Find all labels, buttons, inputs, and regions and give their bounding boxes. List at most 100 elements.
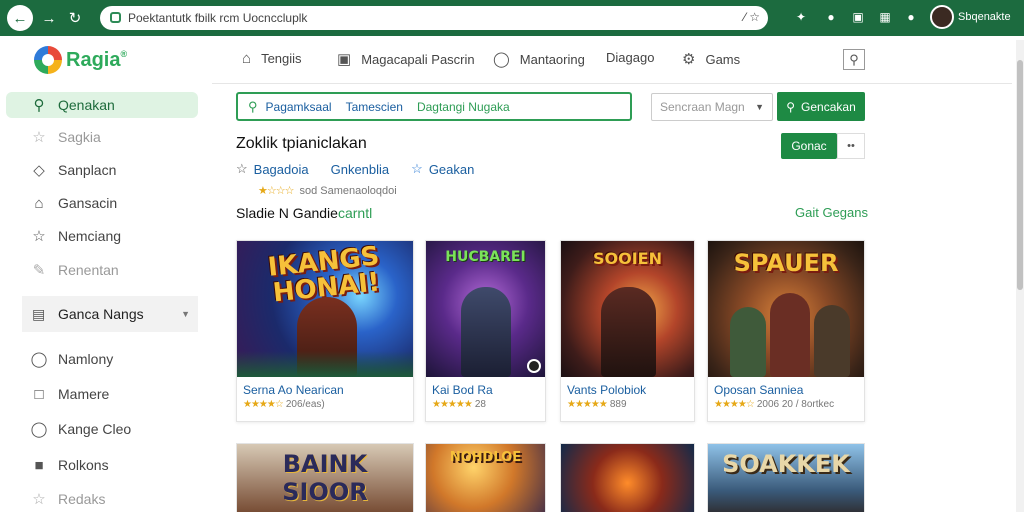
filter-geakan[interactable]: ☆ Geakan [411,161,474,177]
sidebar-item-redaks[interactable]: ☆ Redaks [30,488,105,510]
star-blue-icon: ☆ [411,161,423,176]
browser-toolbar: ← → ↻ Poektantutk fbilk rcm Uocnccluplk … [0,0,1024,36]
sidebar-item-kange-cleo[interactable]: ◯ Kange Cleo [30,418,132,440]
filter-gnkenblia[interactable]: Gnkenblia [331,162,390,177]
app-icon[interactable]: ▣ [850,9,866,25]
header-divider [212,83,1012,84]
shield-icon: ◯ [30,351,48,368]
game-cover-image: SPAUER [708,241,864,377]
sidebar-item-nemciang[interactable]: ☆ Nemciang [30,225,121,247]
list-icon: ▤ [32,305,46,322]
game-card[interactable]: SOAKKEK [707,443,865,512]
home-icon: ⌂ [242,50,252,67]
hero-figure [461,287,511,377]
game-cover-image: HUCBAREI [426,241,545,377]
star-icon: ☆ [236,161,248,176]
search-icon: ⚲ [248,98,258,114]
page-scrollbar[interactable] [1016,40,1024,512]
game-title: Kai Bod Ra [432,383,493,397]
sidebar-item-sagkia[interactable]: ☆ Sagkia [30,126,101,148]
game-meta: ★★★★★ 889 [567,399,627,410]
game-card[interactable] [560,443,695,512]
game-meta: ★★★★☆ 2006 20 / 8ortkec [714,399,835,410]
filter-bagadoia[interactable]: ☆ Bagadoia [236,161,309,177]
sidebar-group-toggle[interactable]: ▤ Ganca Nangs ▼ [22,296,198,332]
view-all-link[interactable]: Gait Gegans [795,205,868,220]
logo-icon [34,46,62,74]
rating-stars: ★★★★☆ [243,399,284,410]
rating-stars: ★★★★★ [567,399,608,410]
sidebar-item-renentan[interactable]: ✎ Renentan [30,259,119,281]
sidebar-item-gansacin[interactable]: ⌂ Gansacin [30,192,117,214]
sidebar-item-mamere[interactable]: □ Mamere [30,383,109,405]
bookmark-icon: ▣ [337,51,352,68]
message-icon: ◯ [30,421,48,438]
more-options-button[interactable]: •• [837,133,865,159]
chevron-down-icon: ▼ [755,102,764,112]
platform-badge [527,359,541,373]
search-icon[interactable]: ⚲ [843,49,865,70]
back-arrow-icon[interactable]: ← [7,5,33,31]
game-card[interactable]: IKANGS HONAI! Serna Ao Nearican ★★★★☆ 20… [236,240,414,422]
profile-name[interactable]: Sbqenakte [958,11,1011,23]
game-card[interactable]: NOHDLOE [425,443,546,512]
section-title: Zoklik tpianiclakan [236,135,367,152]
game-card[interactable]: SOOIEN Vants Polobiok ★★★★★ 889 [560,240,695,422]
game-meta: ★★★★★ 28 [432,399,486,410]
url-text: Poektantutk fbilk rcm Uocnccluplk [128,11,308,25]
search-input[interactable]: ⚲ Pagamksaal Tamescien Dagtangi Nugaka [236,92,632,121]
rating-stars: ★☆☆☆ [258,185,294,197]
reload-icon[interactable]: ↻ [62,5,88,31]
hero-figure [814,305,850,377]
extension-icon[interactable]: ✦ [793,9,809,25]
rating-stars: ★★★★★ [432,399,473,410]
star-icon: ☆ [32,491,46,508]
bag-icon: ■ [34,456,44,474]
chat-icon: □ [34,385,44,403]
chat-icon: ◯ [493,51,510,68]
sidebar-item-sanplacn[interactable]: ◇ Sanplacn [30,159,116,181]
game-card[interactable]: HUCBAREI Kai Bod Ra ★★★★★ 28 [425,240,546,422]
game-title: Vants Polobiok [567,383,647,397]
search-button[interactable]: ⚲ Gencakan [777,92,865,121]
forward-arrow-icon[interactable]: → [36,5,62,31]
hero-figure [770,293,810,377]
topnav-item-magacapali[interactable]: ▣ Magacapali Pascrin [337,50,475,68]
topnav-item-diagago[interactable]: Diagago [606,50,654,65]
chat-icon[interactable]: ● [823,9,839,25]
gear-icon: ⚙ [682,51,696,68]
topnav-item-gams[interactable]: ⚙ Gams [682,50,740,68]
rating-summary: ★☆☆☆ sod Samenaoloqdoi [258,184,397,198]
logo-text: Ragia® [66,48,128,71]
game-card[interactable]: BAINK SIOOR [236,443,414,512]
grid-icon[interactable]: ▦ [877,9,893,25]
star-outline-icon: ☆ [32,228,46,245]
topnav-item-tengiis[interactable]: ⌂ Tengiis [242,50,302,67]
diamond-icon: ◇ [33,162,45,179]
address-bar[interactable]: Poektantutk fbilk rcm Uocnccluplk ⁄ ☆ [100,6,768,30]
site-logo[interactable]: Ragia® [34,46,127,74]
rating-stars: ★★★★☆ [714,399,755,410]
sidebar-item-rolkons[interactable]: ■ Rolkons [30,454,108,476]
search-icon: ⚲ [33,97,45,114]
list-header: Sladie N Gandiecarntl [236,205,373,221]
sidebar-item-qenakan[interactable]: ⚲ Qenakan [6,92,198,118]
chevron-down-icon: ▼ [181,309,190,319]
hero-figure [730,307,766,377]
game-title: Serna Ao Nearican [243,383,344,397]
game-card[interactable]: SPAUER Oposan Sanniea ★★★★☆ 2006 20 / 8o… [707,240,865,422]
sort-dropdown[interactable]: Sencraan Magn ▼ [651,93,773,121]
topnav-item-mantaoring[interactable]: ◯ Mantaoring [493,50,585,68]
lock-icon [110,12,121,23]
avatar[interactable] [930,5,954,29]
primary-action-button[interactable]: Gonac [781,133,837,159]
scrollbar-thumb[interactable] [1017,60,1023,290]
game-meta: ★★★★☆ 206/eas) [243,399,325,410]
sidebar-item-namlony[interactable]: ◯ Namlony [30,348,114,370]
home-icon: ⌂ [34,194,44,212]
game-cover-image: IKANGS HONAI! [237,241,413,377]
search-icon: ⚲ [786,99,796,114]
hero-figure [601,287,656,377]
shield-icon[interactable]: ● [903,9,919,25]
bookmark-star-icon[interactable]: ⁄ ☆ [744,10,760,24]
